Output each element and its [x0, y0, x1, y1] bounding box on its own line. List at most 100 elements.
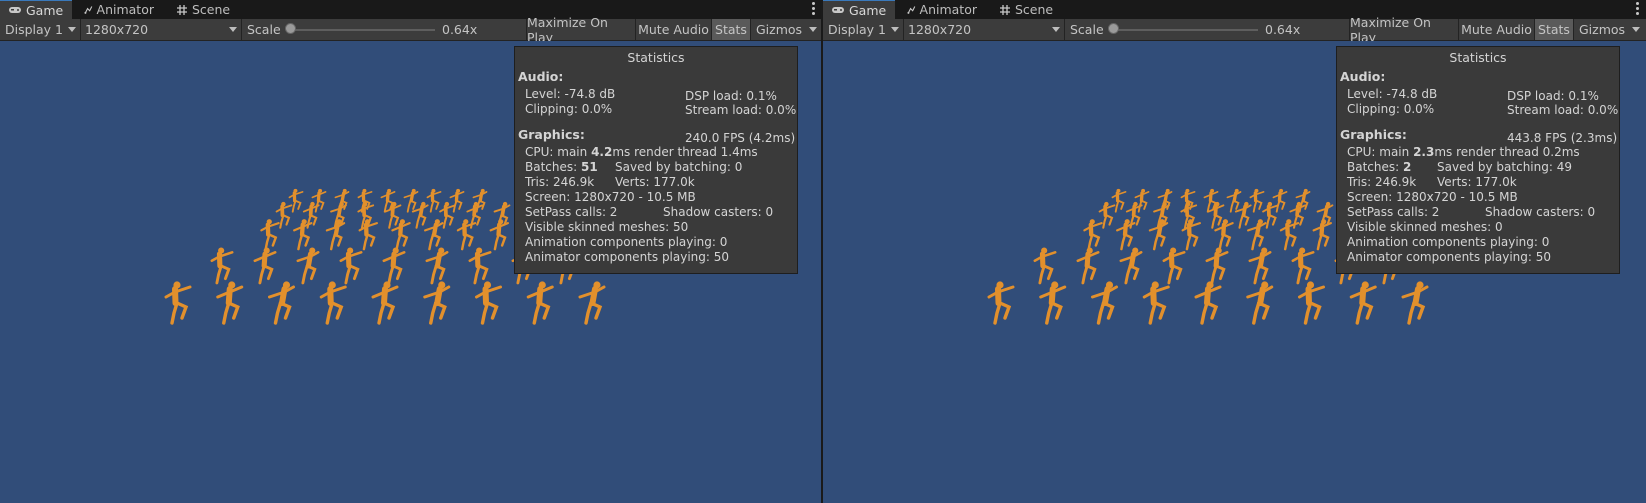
dancing-character	[423, 281, 451, 325]
dancing-character	[216, 281, 244, 325]
gizmos-dropdown[interactable]: Gizmos	[1574, 19, 1644, 40]
dancing-character	[1246, 281, 1274, 325]
visible-skinned-meshes: Visible skinned meshes: 0	[1347, 220, 1503, 234]
statistics-overlay: Statistics Audio: Level: -74.8 dB DSP lo…	[514, 46, 798, 274]
audio-clipping: Clipping: 0.0%	[1347, 102, 1435, 116]
tab-game[interactable]: Game	[0, 0, 72, 19]
tab-game[interactable]: Game	[823, 0, 895, 19]
verts-count: Verts: 177.0k	[1437, 175, 1517, 189]
dancing-character	[1349, 281, 1377, 325]
tris-count: Tris: 246.9k	[525, 175, 595, 189]
saved-by-batching: Saved by batching: 0	[615, 160, 743, 174]
dancing-character	[1249, 188, 1265, 213]
dsp-load: DSP load: 0.1%	[685, 89, 777, 103]
audio-heading: Audio:	[1340, 69, 1386, 84]
scale-slider[interactable]	[289, 29, 435, 31]
tab-animator[interactable]: Animator	[76, 0, 162, 19]
display-dropdown[interactable]: Display 1	[0, 19, 80, 40]
display-dropdown[interactable]: Display 1	[823, 19, 903, 40]
dancing-character	[1298, 281, 1325, 325]
dancing-character	[371, 281, 399, 325]
animator-components: Animator components playing: 50	[1347, 250, 1552, 264]
dancing-character	[339, 247, 363, 285]
gizmos-dropdown[interactable]: Gizmos	[751, 19, 821, 40]
screen-info: Screen: 1280x720 - 10.5 MB	[525, 190, 696, 204]
tab-bar: Game Animator Scene	[823, 0, 1646, 19]
statistics-overlay: Statistics Audio: Level: -74.8 dB DSP lo…	[1336, 46, 1620, 274]
tab-label: Game	[26, 2, 64, 18]
dancing-character	[1134, 188, 1150, 213]
resolution-dropdown[interactable]: 1280x720	[81, 19, 241, 40]
dancing-character	[260, 219, 280, 251]
stats-button[interactable]: Stats	[1535, 19, 1573, 40]
tab-scene[interactable]: Scene	[991, 0, 1063, 19]
scale-slider[interactable]	[1112, 29, 1258, 31]
gizmos-label: Gizmos	[1579, 22, 1626, 37]
dancing-character	[382, 247, 406, 285]
dancing-character	[578, 281, 606, 325]
game-view-panel-right: Game Animator Scene Display 1 1280x720 S…	[823, 0, 1646, 503]
dancing-character	[1247, 219, 1267, 251]
scale-slider-handle[interactable]	[285, 23, 296, 34]
animation-components: Animation components playing: 0	[525, 235, 728, 249]
mute-audio-button[interactable]: Mute Audio	[636, 19, 711, 40]
tab-bar: Game Animator Scene	[0, 0, 822, 19]
stats-button[interactable]: Stats	[712, 19, 750, 40]
stats-title: Statistics	[627, 50, 685, 65]
shadow-casters: Shadow casters: 0	[663, 205, 774, 219]
scale-slider-handle[interactable]	[1108, 23, 1119, 34]
chevron-down-icon	[809, 27, 817, 32]
dancing-character	[1162, 247, 1186, 285]
audio-heading: Audio:	[518, 69, 564, 84]
setpass-calls: SetPass calls: 2	[1347, 205, 1440, 219]
mute-audio-button[interactable]: Mute Audio	[1459, 19, 1534, 40]
resolution-dropdown[interactable]: 1280x720	[904, 19, 1064, 40]
gizmos-label: Gizmos	[756, 22, 803, 37]
game-toolbar: Display 1 1280x720 Scale 0.64x Maximize …	[823, 15, 1646, 45]
scene-grid-icon	[177, 4, 187, 15]
maximize-on-play-button[interactable]: Maximize On Play	[1350, 15, 1458, 45]
display-label: Display 1	[5, 22, 64, 37]
visible-skinned-meshes: Visible skinned meshes: 50	[525, 220, 689, 234]
chevron-down-icon	[1632, 27, 1640, 32]
tab-label: Animator	[919, 2, 977, 17]
dancing-character	[1076, 247, 1100, 285]
kebab-menu-icon[interactable]	[812, 2, 816, 17]
dancing-character	[210, 247, 234, 285]
tab-label: Animator	[96, 2, 154, 17]
graphics-heading: Graphics:	[1340, 127, 1407, 142]
dancing-character	[1207, 201, 1225, 229]
dancing-character	[1291, 247, 1315, 285]
shadow-casters: Shadow casters: 0	[1485, 205, 1596, 219]
audio-clipping: Clipping: 0.0%	[525, 102, 613, 116]
maximize-on-play-button[interactable]: Maximize On Play	[527, 15, 635, 45]
tab-label: Scene	[192, 2, 231, 17]
dancing-character	[296, 247, 320, 285]
dancing-character	[426, 188, 442, 213]
chevron-down-icon	[891, 27, 899, 32]
tab-animator[interactable]: Animator	[899, 0, 985, 19]
dancing-character	[449, 188, 465, 213]
gamepad-icon	[9, 7, 21, 13]
game-toolbar: Display 1 1280x720 Scale 0.64x Maximize …	[0, 15, 822, 45]
dancing-character	[311, 188, 327, 213]
kebab-menu-icon[interactable]	[1636, 2, 1640, 17]
dsp-load: DSP load: 0.1%	[1507, 89, 1599, 103]
dancing-character	[1091, 281, 1118, 325]
game-view-panel-left: Game Animator Scene Display 1 1280x720 S…	[0, 0, 822, 503]
dancing-character	[1401, 281, 1429, 325]
animator-components: Animator components playing: 50	[525, 250, 730, 264]
dancing-character	[1119, 247, 1143, 285]
saved-by-batching: Saved by batching: 49	[1437, 160, 1572, 174]
display-label: Display 1	[828, 22, 887, 37]
dancing-character	[319, 281, 347, 325]
tab-scene[interactable]: Scene	[168, 0, 240, 19]
dancing-character	[475, 281, 502, 325]
chevron-down-icon	[68, 27, 76, 32]
animator-icon	[907, 5, 916, 14]
dancing-character	[1226, 188, 1242, 213]
cpu-timing: CPU: main 2.3ms render thread 0.2ms	[1347, 145, 1580, 159]
batches-count: Batches: 51	[525, 160, 598, 174]
dancing-character	[403, 188, 419, 213]
tab-label: Scene	[1015, 2, 1054, 17]
